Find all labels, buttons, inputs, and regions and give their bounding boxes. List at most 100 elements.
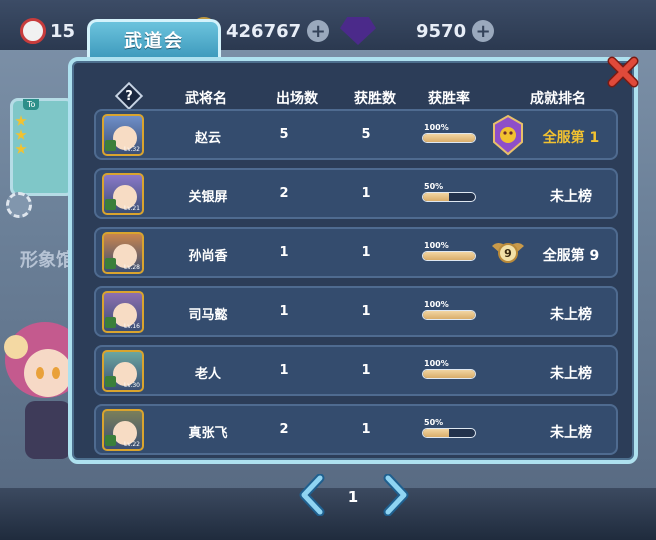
win-rate-text: 50% [424, 182, 444, 191]
hero-appearances: 5 [279, 127, 289, 142]
resource-dice: 15 [0, 14, 75, 48]
close-button[interactable] [606, 55, 640, 89]
achievement-rank: 未上榜 [550, 189, 592, 205]
hero-avatar[interactable]: Lv.16 [102, 291, 144, 333]
hero-appearances: 1 [279, 245, 289, 260]
win-rate-bar [422, 310, 476, 320]
dialog-title: 武道会 [124, 30, 184, 52]
hero-name: 老人 [194, 367, 221, 382]
add-gold-button[interactable]: + [307, 20, 330, 42]
star-icon [15, 115, 27, 126]
hero-level: Lv.16 [124, 323, 140, 330]
hero-level: Lv.32 [124, 146, 140, 153]
hero-name: 孙尚香 [188, 249, 228, 264]
hero-wins: 1 [361, 363, 371, 378]
hero-row[interactable]: Lv.21 关银屏 2 1 50% 未上榜 [94, 168, 618, 219]
column-header-wins: 获胜数 [354, 91, 396, 107]
hero-row[interactable]: Lv.32 赵云 5 5 100% 全服第 1 [94, 109, 618, 160]
column-header-win-rate: 获胜率 [428, 91, 470, 107]
hero-name: 司马懿 [188, 308, 228, 323]
hero-class-badge [105, 258, 116, 269]
prev-page-button[interactable] [298, 473, 326, 517]
win-rate-bar-fill [423, 134, 475, 142]
purple-gem-icon [340, 17, 376, 45]
achievement-rank: 未上榜 [550, 307, 592, 323]
hero-level: Lv.21 [124, 205, 140, 212]
background-label: 形象馆 [20, 250, 74, 271]
win-rate-bar-fill [423, 370, 475, 378]
hero-row[interactable]: Lv.28 孙尚香 1 1 100% 全服第 9 9 [94, 227, 618, 278]
win-rate-bar-fill [423, 429, 449, 437]
tournament-stats-dialog: ? 武将名 出场数 获胜数 获胜率 成就排名 Lv.32 赵云 5 5 100% 全服第 … [68, 57, 638, 464]
bottom-bar [0, 488, 656, 540]
win-rate-bar-fill [423, 311, 475, 319]
page-number: 1 [347, 488, 359, 506]
resource-gem-value: 9570 [416, 20, 467, 42]
next-page-button[interactable] [382, 473, 410, 517]
winged-rank-9-icon: 9 [492, 243, 524, 263]
win-rate-bar-fill [423, 252, 475, 260]
hero-side-card[interactable]: To [10, 98, 74, 196]
win-rate-text: 100% [424, 359, 449, 368]
win-rate-bar-fill [423, 193, 449, 201]
resource-gem: 9570 + [340, 14, 495, 48]
hero-name: 真张飞 [188, 426, 228, 441]
resource-dice-value: 15 [50, 20, 76, 42]
hero-wins: 1 [361, 304, 371, 319]
chevron-left-icon [299, 473, 325, 517]
hero-row[interactable]: Lv.16 司马懿 1 1 100% 未上榜 [94, 286, 618, 337]
win-rate-text: 100% [424, 241, 449, 250]
hero-avatar[interactable]: Lv.32 [102, 114, 144, 156]
win-rate-bar [422, 369, 476, 379]
help-icon[interactable]: ? [114, 81, 144, 111]
hero-avatar[interactable]: Lv.28 [102, 232, 144, 274]
close-icon [607, 56, 639, 88]
hero-avatar[interactable]: Lv.21 [102, 173, 144, 215]
column-header-name: 武将名 [185, 91, 227, 107]
achievement-rank: 全服第 1 [542, 130, 600, 146]
win-rate-bar [422, 251, 476, 261]
win-rate-bar [422, 133, 476, 143]
hero-wins: 1 [361, 186, 371, 201]
win-rate-text: 100% [424, 300, 449, 309]
side-card-tag: To [23, 99, 40, 110]
hero-level: Lv.22 [124, 441, 140, 448]
achievement-rank: 未上榜 [550, 366, 592, 382]
help-symbol: ? [125, 88, 133, 104]
hero-class-badge [105, 140, 116, 151]
resource-gold-value: 426767 [226, 20, 302, 42]
hero-appearances: 1 [279, 363, 289, 378]
hero-wins: 1 [361, 245, 371, 260]
hero-appearances: 1 [279, 304, 289, 319]
win-rate-text: 100% [424, 123, 449, 132]
hero-wins: 1 [361, 422, 371, 437]
hero-level: Lv.28 [124, 264, 140, 271]
hero-wins: 5 [361, 127, 371, 142]
win-rate-bar [422, 428, 476, 438]
win-rate-text: 50% [424, 418, 444, 427]
hero-class-badge [105, 435, 116, 446]
hero-appearances: 2 [279, 186, 289, 201]
column-header-rank: 成就排名 [530, 91, 586, 107]
hero-class-badge [105, 317, 116, 328]
dice-icon [20, 18, 46, 44]
dialog-title-tab: 武道会 [87, 19, 221, 57]
star-icon [15, 143, 27, 154]
hero-name: 关银屏 [188, 190, 228, 205]
star-icon [15, 129, 27, 140]
hero-class-badge [105, 376, 116, 387]
hero-avatar[interactable]: Lv.22 [102, 409, 144, 451]
hero-row[interactable]: Lv.22 真张飞 2 1 50% 未上榜 [94, 404, 618, 455]
hero-row[interactable]: Lv.30 老人 1 1 100% 未上榜 [94, 345, 618, 396]
add-gem-button[interactable]: + [472, 20, 495, 42]
hero-appearances: 2 [279, 422, 289, 437]
hero-name: 赵云 [194, 131, 221, 146]
hero-class-badge [105, 199, 116, 210]
chevron-right-icon [383, 473, 409, 517]
hero-avatar[interactable]: Lv.30 [102, 350, 144, 392]
achievement-rank: 全服第 9 [542, 248, 600, 264]
win-rate-bar [422, 192, 476, 202]
dragon-crest-icon [493, 114, 523, 156]
column-header-appearances: 出场数 [276, 91, 318, 107]
gear-icon[interactable] [6, 192, 32, 218]
